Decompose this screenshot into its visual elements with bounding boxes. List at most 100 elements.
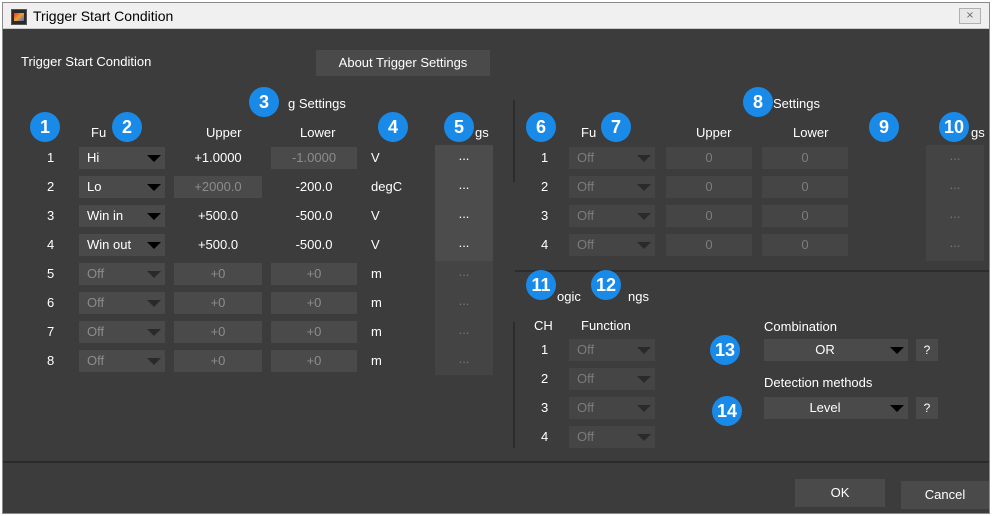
callout-badge-8: 8 <box>743 87 773 117</box>
pulse-upper-field: 0 <box>666 176 752 198</box>
lower-limit-field[interactable]: -500.0 <box>271 234 357 256</box>
pulse-settings-button: ... <box>949 235 961 250</box>
divider-vertical-top <box>513 100 515 182</box>
logic-function-value: Off <box>577 371 595 386</box>
callout-badge-7: 7 <box>601 112 631 142</box>
dialog-footer: OK Cancel <box>3 461 989 513</box>
function-value: Off <box>87 353 105 368</box>
upper-limit-field[interactable]: +500.0 <box>174 234 262 256</box>
lower-limit-field: -1.0000 <box>271 147 357 169</box>
pulse-col-lower: Lower <box>793 125 829 140</box>
pulse-col-upper: Upper <box>696 125 732 140</box>
upper-limit-field[interactable]: +500.0 <box>174 205 262 227</box>
channel-settings-button: ... <box>458 264 470 279</box>
chevron-down-icon <box>147 155 161 162</box>
logic-channel-number: 4 <box>541 429 549 444</box>
function-value: Off <box>87 324 105 339</box>
pulse-channel-number: 2 <box>541 179 549 194</box>
chevron-down-icon <box>147 184 161 191</box>
lower-limit-field[interactable]: -200.0 <box>271 176 357 198</box>
function-select[interactable]: Off <box>79 350 165 372</box>
pulse-function-value: Off <box>577 208 595 223</box>
detection-help-button[interactable]: ? <box>916 397 938 419</box>
ok-button[interactable]: OK <box>795 479 885 507</box>
cancel-button[interactable]: Cancel <box>901 481 989 509</box>
logic-function-value: Off <box>577 342 595 357</box>
function-value: Off <box>87 295 105 310</box>
logic-channel-number: 2 <box>541 371 549 386</box>
dialog-window: Trigger Start Condition × Trigger Start … <box>2 2 990 514</box>
pulse-channel-number: 1 <box>541 150 549 165</box>
channel-number: 5 <box>47 266 55 281</box>
channel-settings-button: ... <box>458 322 470 337</box>
about-trigger-settings-button[interactable]: About Trigger Settings <box>316 50 490 76</box>
function-select[interactable]: Off <box>79 263 165 285</box>
logic-settings-label: ogic <box>557 289 581 304</box>
function-select[interactable]: Lo <box>79 176 165 198</box>
chevron-down-icon <box>147 300 161 307</box>
chevron-down-icon <box>147 329 161 336</box>
callout-badge-11: 11 <box>526 270 556 300</box>
close-icon[interactable]: × <box>959 8 981 24</box>
pulse-channel-number: 4 <box>541 237 549 252</box>
logic-function-select: Off <box>569 339 655 361</box>
channel-number: 2 <box>47 179 55 194</box>
function-select[interactable]: Off <box>79 292 165 314</box>
pulse-settings-button: ... <box>949 206 961 221</box>
chevron-down-icon <box>147 358 161 365</box>
pulse-function-select: Off <box>569 147 655 169</box>
logic-function-select: Off <box>569 368 655 390</box>
channel-number: 7 <box>47 324 55 339</box>
function-select[interactable]: Win out <box>79 234 165 256</box>
pulse-lower-field: 0 <box>762 176 848 198</box>
callout-badge-4: 4 <box>378 112 408 142</box>
divider-vertical-bottom <box>513 322 515 448</box>
detection-methods-value: Level <box>809 400 841 415</box>
combination-value: OR <box>815 342 835 357</box>
pulse-upper-field: 0 <box>666 234 752 256</box>
function-select[interactable]: Off <box>79 321 165 343</box>
unit-label: m <box>371 295 382 310</box>
callout-badge-12: 12 <box>591 270 621 300</box>
function-value: Win in <box>87 208 124 223</box>
analog-col-function: Fu <box>91 125 107 140</box>
channel-settings-button[interactable]: ... <box>435 205 493 227</box>
combination-help-button[interactable]: ? <box>916 339 938 361</box>
upper-limit-field: +0 <box>174 263 262 285</box>
channel-settings-button[interactable]: ... <box>435 176 493 198</box>
unit-label: V <box>371 150 380 165</box>
channel-settings-button: ... <box>458 351 470 366</box>
pulse-upper-field: 0 <box>666 147 752 169</box>
callout-badge-13: 13 <box>710 335 740 365</box>
section-title: Trigger Start Condition <box>21 54 152 69</box>
title-bar: Trigger Start Condition × <box>3 3 989 29</box>
detection-methods-label: Detection methods <box>764 375 873 390</box>
callout-badge-3: 3 <box>249 87 279 117</box>
chevron-down-icon <box>890 405 904 412</box>
pulse-upper-field: 0 <box>666 205 752 227</box>
pulse-function-value: Off <box>577 179 595 194</box>
analog-col-settings: gs <box>475 125 489 140</box>
logic-settings-label-end: ngs <box>628 289 649 304</box>
chevron-down-icon <box>147 271 161 278</box>
upper-limit-field[interactable]: +1.0000 <box>174 147 262 169</box>
channel-settings-button[interactable]: ... <box>435 234 493 256</box>
function-select[interactable]: Win in <box>79 205 165 227</box>
pulse-col-settings: gs <box>971 125 985 140</box>
channel-settings-button[interactable]: ... <box>435 147 493 169</box>
logic-function-value: Off <box>577 400 595 415</box>
logic-col-function: Function <box>581 318 631 333</box>
chevron-down-icon <box>637 405 651 412</box>
lower-limit-field: +0 <box>271 321 357 343</box>
unit-label: m <box>371 353 382 368</box>
combination-select[interactable]: OR <box>764 339 908 361</box>
chevron-down-icon <box>637 184 651 191</box>
chevron-down-icon <box>637 155 651 162</box>
pulse-function-value: Off <box>577 237 595 252</box>
lower-limit-field: +0 <box>271 292 357 314</box>
function-select[interactable]: Hi <box>79 147 165 169</box>
lower-limit-field[interactable]: -500.0 <box>271 205 357 227</box>
pulse-lower-field: 0 <box>762 205 848 227</box>
chevron-down-icon <box>147 242 161 249</box>
detection-methods-select[interactable]: Level <box>764 397 908 419</box>
